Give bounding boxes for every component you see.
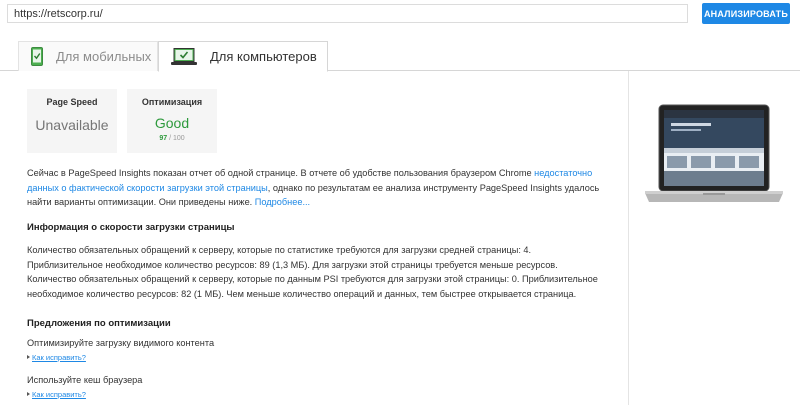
page-speed-card: Page Speed Unavailable <box>27 89 117 153</box>
url-bar: АНАЛИЗИРОВАТЬ <box>0 0 800 34</box>
intro-text-1: Сейчас в PageSpeed Insights показан отче… <box>27 168 535 178</box>
device-tabs: Для мобильных Для компьютеров <box>0 40 800 72</box>
how-to-fix-link[interactable]: Как исправить? <box>27 353 86 362</box>
optimization-score-number: 97 <box>159 135 168 142</box>
how-to-fix-label: Как исправить? <box>32 390 86 399</box>
expand-arrow-icon <box>27 392 30 396</box>
laptop-screenshot <box>643 103 785 218</box>
learn-more-link[interactable]: Подробнее... <box>255 197 310 207</box>
optimization-value: Good <box>154 115 190 131</box>
speed-line-3: Количество обязательных обращений к серв… <box>27 274 598 299</box>
tab-mobile[interactable]: Для мобильных <box>18 41 158 71</box>
speed-line-2: Приблизительное необходимое количество р… <box>27 259 558 270</box>
optimization-card: Оптимизация Good 97 / 100 <box>127 89 217 153</box>
suggestions-heading: Предложения по оптимизации <box>27 318 171 329</box>
tab-desktop-label: Для компьютеров <box>210 49 317 64</box>
optimization-score-suffix: / 100 <box>169 135 185 142</box>
suggestion-title: Оптимизируйте загрузку видимого контента <box>27 338 215 348</box>
tab-mobile-label: Для мобильных <box>56 49 152 64</box>
url-input[interactable] <box>7 4 688 23</box>
speed-heading: Информация о скорости загрузки страницы <box>27 222 235 233</box>
how-to-fix-label: Как исправить? <box>32 353 86 362</box>
optimization-label: Оптимизация <box>141 97 203 107</box>
monitor-check-icon <box>171 47 197 66</box>
expand-arrow-icon <box>27 355 30 359</box>
analyze-button[interactable]: АНАЛИЗИРОВАТЬ <box>702 3 790 24</box>
page-speed-value: Unavailable <box>35 117 109 133</box>
intro-paragraph: Сейчас в PageSpeed Insights показан отче… <box>27 166 617 210</box>
speed-line-1: Количество обязательных обращений к серв… <box>27 245 532 255</box>
optimization-score: 97 / 100 <box>127 135 217 142</box>
phone-check-icon <box>31 47 43 66</box>
sidebar-divider <box>628 71 629 405</box>
speed-info: Количество обязательных обращений к серв… <box>27 243 617 301</box>
how-to-fix-link[interactable]: Как исправить? <box>27 390 86 399</box>
suggestion-title: Используйте кеш браузера <box>27 375 143 385</box>
page-speed-label: Page Speed <box>46 97 98 107</box>
tab-desktop[interactable]: Для компьютеров <box>158 41 328 72</box>
